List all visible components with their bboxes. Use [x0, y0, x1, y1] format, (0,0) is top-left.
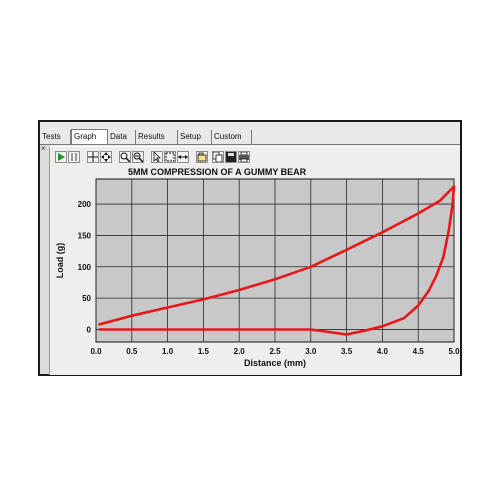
x-tick-label: 0.0	[90, 347, 102, 356]
x-tick-label: 4.5	[413, 347, 425, 356]
x-tick-label: 5.0	[448, 347, 460, 356]
y-axis-label: Load (g)	[55, 243, 65, 279]
x-tick-label: 1.0	[162, 347, 174, 356]
y-axis: 0 50 100 150 200	[78, 200, 92, 334]
y-tick-label: 200	[78, 200, 92, 209]
x-tick-label: 3.5	[341, 347, 353, 356]
tab-strip-divider	[40, 144, 460, 145]
graph-panel: 5MM COMPRESSION OF A GUMMY BEAR 0.0 0.5 1.…	[49, 146, 460, 375]
x-axis: 0.0 0.5 1.0 1.5 2.0 2.5 3.0 3.5 4.0 4.5 5.0	[90, 347, 460, 356]
x-tick-label: 2.0	[234, 347, 246, 356]
y-tick-label: 50	[82, 294, 91, 303]
close-icon[interactable]: ×	[41, 144, 46, 153]
tab-custom[interactable]: Custom	[212, 130, 252, 144]
x-tick-label: 3.0	[305, 347, 317, 356]
x-tick-label: 4.0	[377, 347, 389, 356]
tab-setup[interactable]: Setup	[178, 130, 212, 144]
app-window: Tests Graph Data Results Setup Custom ×	[38, 120, 462, 376]
chart-title: 5MM COMPRESSION OF A GUMMY BEAR	[128, 167, 307, 177]
x-axis-label: Distance (mm)	[244, 358, 306, 368]
tab-tests[interactable]: Tests	[40, 130, 71, 144]
x-tick-label: 2.5	[269, 347, 281, 356]
tab-results[interactable]: Results	[136, 130, 178, 144]
x-tick-label: 1.5	[198, 347, 210, 356]
y-tick-label: 150	[78, 231, 92, 240]
left-gutter	[40, 145, 49, 374]
load-distance-chart: 5MM COMPRESSION OF A GUMMY BEAR 0.0 0.5 1.…	[55, 167, 460, 368]
x-tick-label: 0.5	[126, 347, 138, 356]
tab-strip: Tests Graph Data Results Setup Custom	[40, 129, 460, 145]
y-tick-label: 100	[78, 263, 92, 272]
tab-data[interactable]: Data	[108, 130, 136, 144]
y-tick-label: 0	[87, 325, 92, 334]
tab-graph[interactable]: Graph	[71, 129, 108, 144]
